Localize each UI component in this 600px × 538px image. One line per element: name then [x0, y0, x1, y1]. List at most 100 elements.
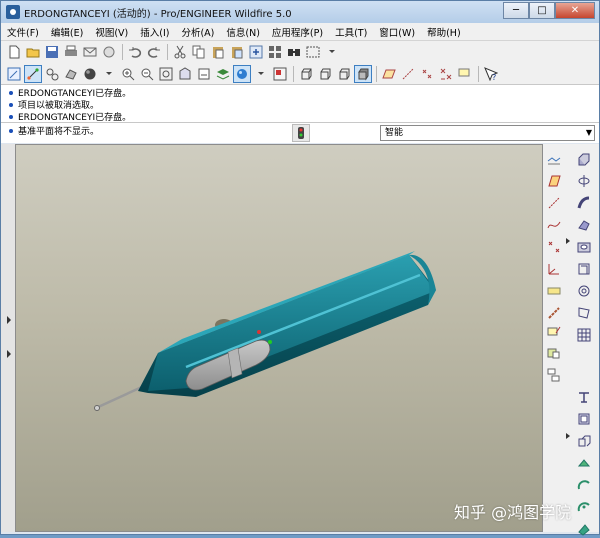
rib-icon[interactable]: [575, 282, 593, 300]
save-icon[interactable]: [43, 43, 61, 61]
pattern-icon[interactable]: [575, 326, 593, 344]
selection-filter-select[interactable]: 智能 ▼: [380, 125, 595, 141]
menu-info[interactable]: 信息(N): [220, 25, 266, 39]
datum-point-toggle-icon[interactable]: [418, 65, 436, 83]
view-toolbar: ?: [1, 63, 599, 85]
round-icon[interactable]: [575, 388, 593, 406]
saved-views-icon[interactable]: [195, 65, 213, 83]
chevron-down-icon: ▼: [585, 128, 592, 137]
shaded-icon[interactable]: [354, 64, 372, 83]
annotation-display-icon[interactable]: [456, 65, 474, 83]
trim-icon[interactable]: [575, 476, 593, 494]
view-manager-icon[interactable]: [271, 65, 289, 83]
menu-edit[interactable]: 编辑(E): [45, 25, 89, 39]
no-hidden-icon[interactable]: [335, 65, 353, 83]
blend-icon[interactable]: [575, 216, 593, 234]
datum-point-display-icon[interactable]: [43, 65, 61, 83]
wireframe-icon[interactable]: [297, 65, 315, 83]
appearance-gallery-icon[interactable]: [233, 64, 251, 83]
coordinate-system-icon[interactable]: [437, 65, 455, 83]
copy-geometry-icon[interactable]: [545, 344, 563, 362]
email-icon[interactable]: [81, 43, 99, 61]
print-icon[interactable]: [62, 43, 80, 61]
chain-link-icon[interactable]: [545, 304, 563, 322]
graphics-viewport[interactable]: [15, 144, 543, 532]
datum-axis-toggle-icon[interactable]: [399, 65, 417, 83]
window-controls: ─ □ ✕: [503, 2, 595, 19]
revolve-icon[interactable]: [575, 172, 593, 190]
hole-icon[interactable]: [575, 238, 593, 256]
menu-help[interactable]: 帮助(H): [421, 25, 467, 39]
hidden-line-box-icon[interactable]: [316, 65, 334, 83]
chamfer-icon[interactable]: [575, 410, 593, 428]
datum-curve-icon[interactable]: [545, 216, 563, 234]
datum-plane-icon[interactable]: [545, 172, 563, 190]
flyout-arrow-icon[interactable]: [563, 232, 573, 250]
menu-analysis[interactable]: 分析(A): [175, 25, 220, 39]
minimize-button[interactable]: ─: [503, 2, 529, 19]
selection-box-icon[interactable]: [304, 43, 322, 61]
analysis-feature-icon[interactable]: [545, 282, 563, 300]
menu-insert[interactable]: 插入(I): [134, 25, 175, 39]
refit-icon[interactable]: [157, 65, 175, 83]
navigator-collapse-bar[interactable]: [1, 144, 15, 532]
close-button[interactable]: ✕: [555, 2, 595, 19]
draft-icon[interactable]: [575, 304, 593, 322]
shading-sphere-icon[interactable]: [81, 65, 99, 83]
cut-icon[interactable]: [171, 43, 189, 61]
window-title: ERDONGTANCEYI (活动的) - Pro/ENGINEER Wildf…: [24, 8, 292, 20]
datum-plane-display-icon[interactable]: [380, 65, 398, 83]
extrude-icon[interactable]: [575, 150, 593, 168]
datum-point-icon[interactable]: [545, 238, 563, 256]
chevron-down-icon[interactable]: [100, 65, 118, 83]
chevron-down-icon[interactable]: [323, 43, 341, 61]
merge-icon[interactable]: [575, 454, 593, 472]
new-file-icon[interactable]: [5, 43, 23, 61]
zoom-out-icon[interactable]: [138, 65, 156, 83]
shell-icon[interactable]: [575, 260, 593, 278]
model-render: [94, 251, 436, 411]
menu-applications[interactable]: 应用程序(P): [266, 25, 329, 39]
reorient-icon[interactable]: [176, 65, 194, 83]
paste-icon[interactable]: [209, 43, 227, 61]
maximize-button[interactable]: □: [529, 2, 555, 19]
menu-tools[interactable]: 工具(T): [329, 25, 373, 39]
mirror-icon[interactable]: [575, 432, 593, 450]
thicken-icon[interactable]: [575, 520, 593, 538]
sketch-icon[interactable]: [5, 65, 23, 83]
toolbar-separator: [167, 44, 168, 60]
context-help-icon[interactable]: ?: [482, 65, 500, 83]
copy-icon[interactable]: [190, 43, 208, 61]
find-icon[interactable]: [285, 43, 303, 61]
send-icon[interactable]: [100, 43, 118, 61]
feature-toolbar: [543, 144, 599, 536]
datum-plane-tool-icon[interactable]: [545, 150, 563, 168]
datum-axis-icon[interactable]: [545, 194, 563, 212]
regen-manager-icon[interactable]: [266, 43, 284, 61]
undo-icon[interactable]: [126, 43, 144, 61]
menu-bar: 文件(F) 编辑(E) 视图(V) 插入(I) 分析(A) 信息(N) 应用程序…: [1, 23, 599, 41]
main-toolbar: [1, 41, 599, 63]
paste-special-icon[interactable]: [228, 43, 246, 61]
layers-icon[interactable]: [214, 65, 232, 83]
menu-view[interactable]: 视图(V): [89, 25, 134, 39]
menu-window[interactable]: 窗口(W): [373, 25, 421, 39]
menu-file[interactable]: 文件(F): [1, 25, 45, 39]
datum-axis-display-icon[interactable]: [24, 64, 42, 83]
regen-status-icon[interactable]: [292, 124, 310, 142]
hidden-line-icon[interactable]: [62, 65, 80, 83]
redo-icon[interactable]: [145, 43, 163, 61]
coordinate-system-tool-icon[interactable]: [545, 260, 563, 278]
flyout-arrow-icon[interactable]: [563, 427, 573, 445]
sketch-tool-icon[interactable]: [545, 322, 563, 340]
title-bar[interactable]: ERDONGTANCEYI (活动的) - Pro/ENGINEER Wildf…: [1, 1, 599, 23]
zoom-in-icon[interactable]: [119, 65, 137, 83]
message-area: ERDONGTANCEYI已存盘。 项目以被取消选取。 ERDONGTANCEY…: [1, 85, 599, 123]
sweep-icon[interactable]: [575, 194, 593, 212]
publish-geometry-icon[interactable]: [545, 366, 563, 384]
offset-icon[interactable]: [575, 498, 593, 516]
chevron-down-icon[interactable]: [252, 65, 270, 83]
regenerate-icon[interactable]: [247, 43, 265, 61]
open-folder-icon[interactable]: [24, 43, 42, 61]
watermark-text: 知乎 @鸿图学院: [454, 503, 572, 522]
